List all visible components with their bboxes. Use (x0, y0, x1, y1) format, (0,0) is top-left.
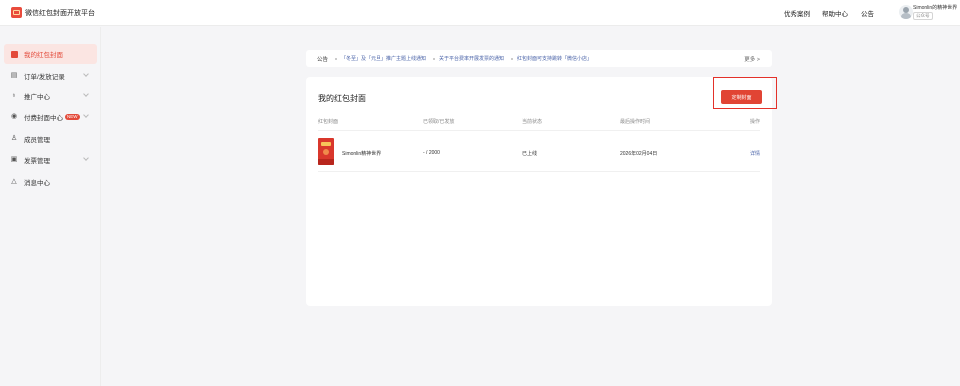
column-header: 已领取/已发放 (423, 119, 455, 125)
nav-help-center[interactable]: 帮助中心 (822, 8, 848, 18)
announcement-more-link[interactable]: 更多 > (744, 55, 760, 63)
status-text: 已上线 (522, 151, 538, 157)
avatar[interactable] (899, 5, 913, 19)
announcement-label: 公告 (317, 56, 329, 63)
account-name[interactable]: Simonlin的精神世界 (913, 4, 957, 11)
sidebar-item-label: 我的红包封面 (24, 52, 63, 59)
invoice-icon: ▣ (10, 156, 18, 163)
announcement-link[interactable]: 关于平台费率开展发票的通知 (439, 55, 504, 62)
promo-icon: ♁ (11, 92, 17, 99)
table-header: 红包封面 已领取/已发放 当前状态 最后操作时间 操作 (318, 118, 760, 128)
table-row: Simonlin精神世界 - / 2000 已上线 2026年02月04日 详情 (318, 130, 760, 172)
my-covers-card: 我的红包封面 定制封面 红包封面 已领取/已发放 当前状态 最后操作时间 操作 … (306, 77, 777, 306)
sidebar-item-label: 发票管理 (24, 158, 50, 165)
new-badge: NEW (65, 114, 80, 120)
sidebar-item-label: 订单/发放记录 (24, 74, 65, 81)
bullet-dot (335, 57, 338, 60)
sidebar-item-my-covers[interactable]: 我的红包封面 (4, 44, 97, 64)
sidebar-item-invoices[interactable]: ▣ 发票管理 (4, 150, 97, 170)
sidebar-item-label: 付费封面中心 (24, 115, 63, 122)
nav-showcase[interactable]: 优秀案例 (784, 8, 810, 18)
red-packet-icon (10, 50, 18, 58)
chevron-down-icon (83, 71, 89, 77)
create-cover-button[interactable]: 定制封面 (721, 90, 762, 104)
bell-icon: △ (11, 178, 17, 185)
sidebar-item-promotion[interactable]: ♁ 推广中心 (4, 86, 97, 106)
announcement-link[interactable]: 「冬至」及「元旦」推广主题上线通知 (341, 55, 426, 62)
red-packet-logo-icon (11, 7, 22, 18)
announcement-link[interactable]: 红包封面可支持跳转「微信小店」 (517, 55, 592, 62)
chevron-down-icon (83, 155, 89, 161)
members-icon: ♙ (10, 135, 18, 142)
bullet-dot (511, 57, 514, 60)
document-icon: ▤ (10, 72, 18, 79)
sidebar: 我的红包封面 ▤ 订单/发放记录 ♁ 推广中心 ◉ 付费封面中心 NEW ♙ 成… (0, 27, 101, 386)
sidebar-item-label: 消息中心 (24, 180, 50, 187)
column-header: 操作 (750, 119, 761, 125)
cover-name: Simonlin精神世界 (342, 151, 382, 157)
page-title: 我的红包封面 (318, 94, 366, 103)
sidebar-item-messages[interactable]: △ 消息中心 (4, 172, 97, 192)
sidebar-item-label: 成员管理 (24, 137, 50, 144)
sidebar-item-label: 推广中心 (24, 94, 50, 101)
sidebar-item-orders[interactable]: ▤ 订单/发放记录 (4, 66, 97, 86)
chevron-down-icon (83, 112, 89, 118)
nav-announcements[interactable]: 公告 (861, 8, 874, 18)
announcement-bar: 公告 「冬至」及「元旦」推广主题上线通知 关于平台费率开展发票的通知 红包封面可… (306, 50, 772, 67)
coin-icon: ◉ (10, 113, 18, 120)
platform-title: 微信红包封面开放平台 (25, 10, 95, 17)
last-operation-time: 2026年02月04日 (620, 151, 658, 157)
detail-link[interactable]: 详情 (750, 150, 760, 157)
column-header: 最后操作时间 (620, 119, 651, 125)
account-type-tag: 公众号 (913, 12, 933, 20)
cover-thumbnail[interactable] (318, 138, 334, 165)
claimed-count: - / 2000 (423, 150, 440, 156)
sidebar-item-paid-covers[interactable]: ◉ 付费封面中心 NEW (4, 107, 97, 127)
column-header: 红包封面 (318, 119, 339, 125)
top-bar: 微信红包封面开放平台 优秀案例 帮助中心 公告 Simonlin的精神世界 公众… (0, 0, 960, 26)
column-header: 当前状态 (522, 119, 543, 125)
bullet-dot (433, 57, 436, 60)
chevron-down-icon (83, 91, 89, 97)
sidebar-item-members[interactable]: ♙ 成员管理 (4, 129, 97, 149)
